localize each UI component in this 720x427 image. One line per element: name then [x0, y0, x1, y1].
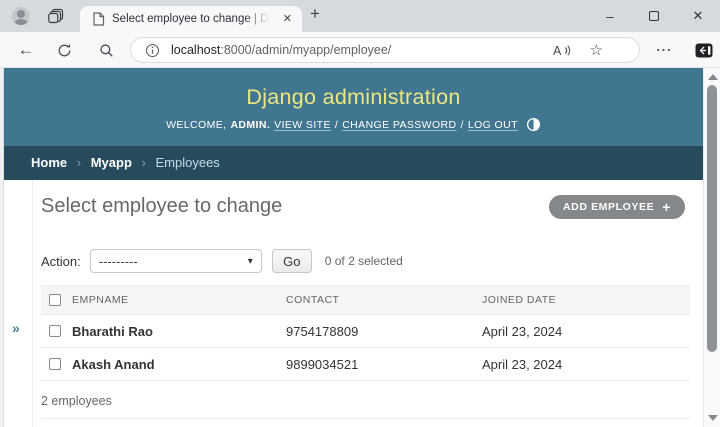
window-maximize-button[interactable] — [632, 0, 676, 32]
nav-sidebar-collapsed: » — [4, 180, 33, 427]
window-minimize-button[interactable]: – — [588, 0, 632, 32]
plus-icon: + — [662, 199, 671, 215]
scrollbar-thumb[interactable] — [707, 85, 717, 352]
change-password-link[interactable]: CHANGE PASSWORD — [342, 119, 456, 131]
employee-contact: 9754178809 — [283, 324, 479, 339]
scroll-up-icon[interactable] — [708, 74, 718, 80]
breadcrumb-separator: › — [77, 155, 81, 170]
read-aloud-icon[interactable]: A — [553, 43, 571, 58]
settings-more-icon[interactable]: ⋯ — [650, 32, 678, 68]
add-employee-button[interactable]: ADD EMPLOYEE + — [549, 195, 685, 219]
column-header-contact[interactable]: CONTACT — [283, 294, 479, 306]
site-info-icon[interactable] — [145, 43, 160, 58]
separator: / — [335, 119, 338, 131]
window-close-button[interactable]: ✕ — [676, 0, 720, 32]
actions-row: Action: --------- ▾ Go 0 of 2 selected — [41, 249, 690, 273]
maximize-icon — [649, 11, 659, 21]
action-selected-value: --------- — [99, 254, 138, 269]
refresh-button[interactable] — [50, 32, 78, 68]
breadcrumb-current: Employees — [155, 155, 219, 170]
browser-tab[interactable]: Select employee to change | Djan ✕ — [80, 6, 302, 32]
search-icon[interactable] — [92, 32, 120, 68]
employee-joined-date: April 23, 2024 — [479, 357, 690, 372]
profile-avatar-icon[interactable] — [12, 7, 30, 25]
new-tab-button[interactable]: + — [310, 4, 320, 24]
window-left-edge — [0, 68, 4, 427]
action-label: Action: — [41, 254, 81, 269]
back-button[interactable]: ← — [12, 32, 40, 68]
theme-toggle-icon[interactable] — [526, 117, 541, 132]
page-title: Select employee to change — [41, 195, 282, 217]
browser-toolbar: ← localhost:8000/admin/myapp/employee/ — [0, 32, 720, 68]
breadcrumb: Home › Myapp › Employees — [4, 146, 703, 180]
svg-text:A: A — [553, 44, 562, 58]
chevron-down-icon: ▾ — [248, 256, 253, 267]
favorite-star-icon[interactable]: ☆ — [590, 41, 603, 59]
table-header-row: EMPNAME CONTACT JOINED DATE — [41, 285, 690, 315]
workspaces-icon[interactable] — [48, 8, 64, 24]
user-tools: WELCOME, ADMIN. VIEW SITE / CHANGE PASSW… — [4, 117, 703, 132]
employee-contact: 9899034521 — [283, 357, 479, 372]
welcome-text: WELCOME, — [166, 119, 226, 131]
django-admin-header: Django administration WELCOME, ADMIN. VI… — [4, 68, 703, 146]
url-host: localhost — [171, 43, 220, 57]
breadcrumb-myapp-link[interactable]: Myapp — [91, 155, 132, 170]
browser-titlebar: Select employee to change | Djan ✕ + – ✕ — [0, 0, 720, 32]
page-favicon-icon — [92, 12, 105, 26]
scroll-down-icon[interactable] — [708, 415, 718, 421]
employee-table: EMPNAME CONTACT JOINED DATE Bharathi Rao… — [41, 285, 690, 381]
row-checkbox[interactable] — [49, 325, 61, 337]
employee-name-link[interactable]: Akash Anand — [69, 357, 283, 372]
table-row: Bharathi Rao 9754178809 April 23, 2024 — [41, 315, 690, 348]
browser-window: Select employee to change | Djan ✕ + – ✕… — [0, 0, 720, 427]
separator: / — [461, 119, 464, 131]
username: ADMIN. — [230, 119, 270, 131]
footer-divider — [41, 418, 690, 419]
column-header-empname[interactable]: EMPNAME — [69, 294, 283, 306]
action-select[interactable]: --------- ▾ — [90, 249, 262, 273]
edge-sidebar-icon[interactable] — [690, 32, 718, 68]
result-count: 2 employees — [41, 394, 690, 408]
tab-close-icon[interactable]: ✕ — [283, 12, 292, 25]
go-button[interactable]: Go — [272, 249, 312, 273]
address-bar[interactable]: localhost:8000/admin/myapp/employee/ A ☆ — [130, 37, 640, 63]
row-checkbox[interactable] — [49, 358, 61, 370]
changelist-main: Select employee to change ADD EMPLOYEE +… — [34, 180, 703, 427]
view-site-link[interactable]: VIEW SITE — [274, 119, 331, 131]
url-text[interactable]: localhost:8000/admin/myapp/employee/ — [171, 43, 391, 57]
sidebar-expand-toggle[interactable]: » — [12, 320, 20, 336]
table-row: Akash Anand 9899034521 April 23, 2024 — [41, 348, 690, 381]
select-all-checkbox[interactable] — [49, 294, 61, 306]
employee-joined-date: April 23, 2024 — [479, 324, 690, 339]
add-employee-label: ADD EMPLOYEE — [563, 201, 654, 213]
employee-name-link[interactable]: Bharathi Rao — [69, 324, 283, 339]
breadcrumb-separator: › — [142, 155, 146, 170]
breadcrumb-home-link[interactable]: Home — [31, 155, 67, 170]
url-path: :8000/admin/myapp/employee/ — [220, 43, 391, 57]
tab-title: Select employee to change | Djan — [112, 13, 270, 25]
vertical-scrollbar[interactable] — [703, 68, 720, 427]
site-title[interactable]: Django administration — [4, 85, 703, 110]
column-header-joined-date[interactable]: JOINED DATE — [479, 294, 690, 306]
selection-counter: 0 of 2 selected — [325, 254, 403, 268]
log-out-link[interactable]: LOG OUT — [468, 119, 518, 131]
